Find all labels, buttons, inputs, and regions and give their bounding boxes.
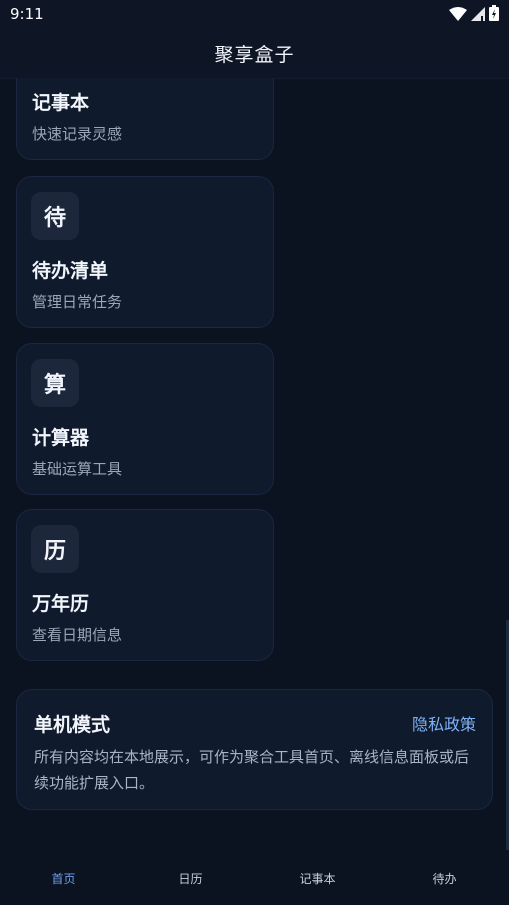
card-calculator[interactable]: 算 计算器 基础运算工具	[16, 343, 274, 495]
app-title: 聚享盒子	[214, 44, 295, 66]
card-subtitle: 查看日期信息	[32, 626, 123, 644]
card-title: 万年历	[32, 593, 90, 615]
offline-mode-card: 单机模式 隐私政策 所有内容均在本地展示，可作为聚合工具首页、离线信息面板或后续…	[16, 689, 493, 810]
card-title: 记事本	[32, 92, 90, 114]
card-subtitle: 基础运算工具	[32, 460, 123, 478]
nav-home[interactable]: 首页	[0, 870, 127, 887]
card-title: 待办清单	[32, 260, 109, 282]
card-subtitle: 快速记录灵感	[32, 125, 123, 143]
offline-mode-description: 所有内容均在本地展示，可作为聚合工具首页、离线信息面板或后续功能扩展入口。	[34, 748, 470, 792]
status-time: 9:11	[10, 5, 44, 23]
bottom-nav: 首页 日历 记事本 待办	[0, 850, 509, 905]
nav-todo[interactable]: 待办	[381, 870, 508, 887]
app-bar: 聚享盒子	[0, 30, 509, 79]
signal-icon	[471, 6, 485, 25]
card-calendar[interactable]: 历 万年历 查看日期信息	[16, 509, 274, 661]
calendar-icon: 历	[31, 525, 79, 573]
calculator-icon: 算	[31, 359, 79, 407]
card-subtitle: 管理日常任务	[32, 293, 123, 311]
nav-notes[interactable]: 记事本	[254, 870, 381, 887]
main-content[interactable]: 记 记事本 快速记录灵感 待 待办清单 管理日常任务 算 计算器 基础运算工具 …	[0, 78, 509, 850]
nav-calendar[interactable]: 日历	[127, 870, 254, 887]
battery-icon	[489, 5, 499, 25]
offline-mode-title: 单机模式	[34, 714, 111, 736]
wifi-icon	[449, 6, 467, 25]
todo-icon: 待	[31, 192, 79, 240]
status-bar: 9:11	[0, 0, 509, 30]
status-icons	[449, 5, 499, 25]
card-title: 计算器	[32, 427, 90, 449]
card-notes[interactable]: 记 记事本 快速记录灵感	[16, 78, 274, 160]
privacy-policy-link[interactable]: 隐私政策	[412, 711, 476, 735]
card-todo[interactable]: 待 待办清单 管理日常任务	[16, 176, 274, 328]
